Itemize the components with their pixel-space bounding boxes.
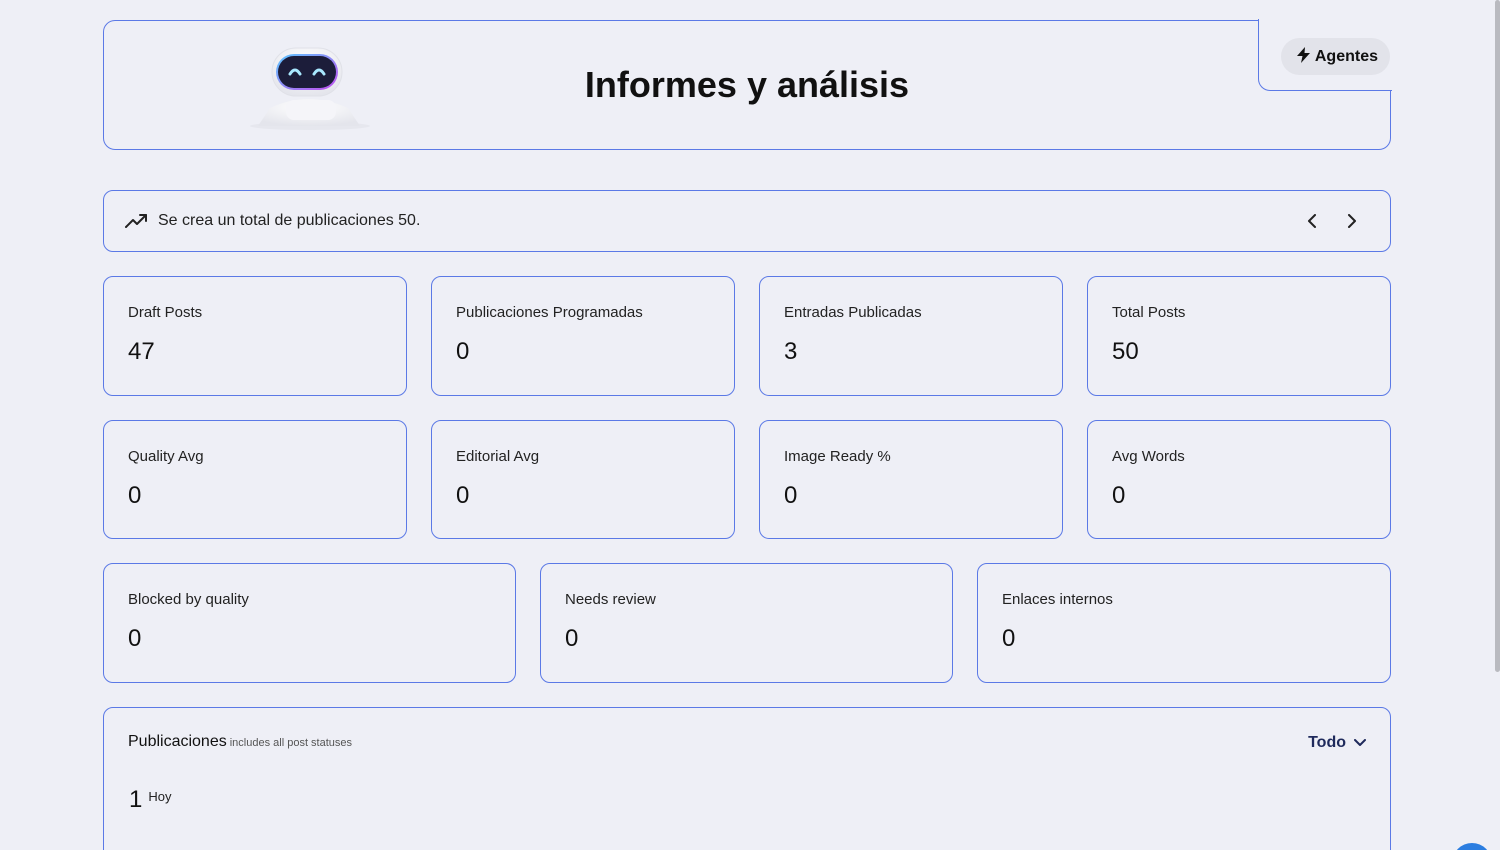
stat-card-avg-words: Avg Words 0 [1087,420,1391,539]
stat-value: 0 [128,625,142,652]
previous-button[interactable] [1302,210,1322,232]
stat-card-needs-review: Needs review 0 [540,563,953,683]
stat-value: 0 [128,482,142,509]
stat-value: 3 [784,338,798,365]
chevron-down-icon [1354,739,1366,746]
posts-title: Publicaciones [128,733,227,750]
chat-launcher-button[interactable] [1452,843,1492,850]
posts-header: Publicaciones includes all post statuses [128,733,1366,751]
banner-nav [1302,210,1362,232]
stat-label: Needs review [565,591,656,608]
stat-label: Enlaces internos [1002,591,1113,608]
stat-label: Image Ready % [784,448,891,465]
stat-label: Draft Posts [128,304,203,321]
stat-card-quality-avg: Quality Avg 0 [103,420,407,539]
stat-label: Total Posts [1112,304,1186,321]
chevron-right-icon [1348,214,1356,228]
stat-value: 0 [565,625,579,652]
stat-label: Blocked by quality [128,591,249,608]
banner-text: Se crea un total de publicaciones 50. [158,212,421,229]
chevron-left-icon [1308,214,1316,228]
stat-label: Editorial Avg [456,448,540,465]
stat-value: 0 [1002,625,1016,652]
posts-count-row: 1 Hoy [129,786,171,814]
posts-panel: Publicaciones includes all post statuses … [103,707,1391,850]
stat-label: Avg Words [1112,448,1185,465]
agents-label: Agentes [1314,47,1378,65]
posts-subtitle: includes all post statuses [229,737,353,749]
stat-label: Entradas Publicadas [784,304,922,321]
stat-label: Quality Avg [128,448,204,465]
next-button[interactable] [1342,210,1362,232]
stat-card-draft-posts: Draft Posts 47 [103,276,407,396]
stat-value: 0 [784,482,798,509]
posts-count-label: Hoy [148,789,172,804]
stat-card-internal-links: Enlaces internos 0 [977,563,1391,683]
stat-value: 50 [1112,338,1139,365]
filter-label: Todo [1308,734,1346,751]
trending-up-icon [124,209,148,233]
stat-card-total-posts: Total Posts 50 [1087,276,1391,396]
stat-card-blocked-by-quality: Blocked by quality 0 [103,563,516,683]
stat-card-editorial-avg: Editorial Avg 0 [431,420,735,539]
stat-value: 47 [128,338,155,365]
page-title: Informes y análisis [584,64,910,105]
header: Agentes Informes y análisis [103,18,1393,150]
stat-card-published-posts: Entradas Publicadas 3 [759,276,1063,396]
page-scrollbar[interactable] [1495,0,1500,672]
stat-value: 0 [456,338,470,365]
stat-card-image-ready: Image Ready % 0 [759,420,1063,539]
stat-value: 0 [456,482,470,509]
posts-count: 1 [129,786,143,813]
stat-value: 0 [1112,482,1126,509]
stat-label: Publicaciones Programadas [456,304,643,321]
summary-banner: Se crea un total de publicaciones 50. [103,190,1391,252]
status-filter-dropdown[interactable]: Todo [1308,734,1366,752]
stat-card-scheduled-posts: Publicaciones Programadas 0 [431,276,735,396]
